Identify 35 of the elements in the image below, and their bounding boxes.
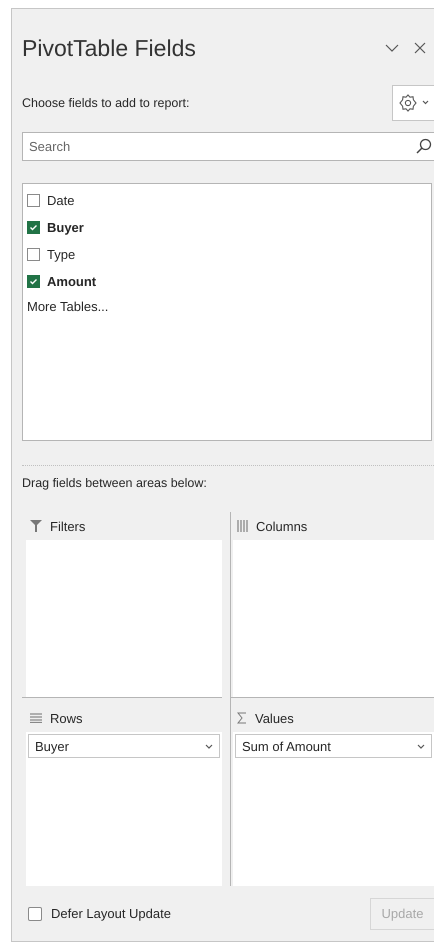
columns-icon (237, 520, 248, 532)
checkbox[interactable] (28, 906, 42, 921)
checkbox[interactable] (27, 275, 40, 288)
area-title: Columns (256, 518, 308, 534)
areas-instruction: Drag fields between areas below: (22, 476, 208, 490)
checkbox[interactable] (27, 221, 40, 234)
pane-title: PivotTable Fields (22, 34, 197, 62)
close-icon (414, 42, 426, 54)
check-icon (29, 277, 38, 286)
checkbox[interactable] (27, 194, 40, 208)
check-icon (29, 223, 38, 232)
caret-icon (205, 744, 213, 749)
checkbox-label[interactable]: Defer Layout Update (51, 906, 171, 922)
rows-icon (30, 713, 42, 724)
chevron-down-icon (385, 44, 399, 52)
settings-icon (398, 92, 418, 113)
more-tables-link[interactable]: More Tables... (27, 299, 108, 314)
field-label[interactable]: Date (47, 193, 74, 208)
field-label[interactable]: Type (47, 247, 76, 262)
field-label[interactable]: Buyer (47, 220, 84, 236)
area-title: Rows (50, 710, 83, 726)
instruction-text: Choose fields to add to report: (22, 96, 190, 110)
area-field-dropdown[interactable]: Sum of Amount (235, 734, 432, 758)
field-label[interactable]: Amount (47, 274, 96, 290)
sigma-icon (237, 712, 247, 724)
area-field-dropdown[interactable]: Buyer (28, 734, 220, 758)
search-icon (416, 138, 432, 154)
caret-icon (417, 744, 425, 749)
settings-button[interactable] (392, 84, 434, 121)
area-title: Filters (50, 518, 86, 534)
checkbox[interactable] (27, 248, 40, 262)
search-field[interactable]: Search (22, 132, 434, 162)
caret-icon (422, 100, 429, 106)
area-title: Values (255, 710, 294, 726)
filter-icon (30, 520, 42, 532)
